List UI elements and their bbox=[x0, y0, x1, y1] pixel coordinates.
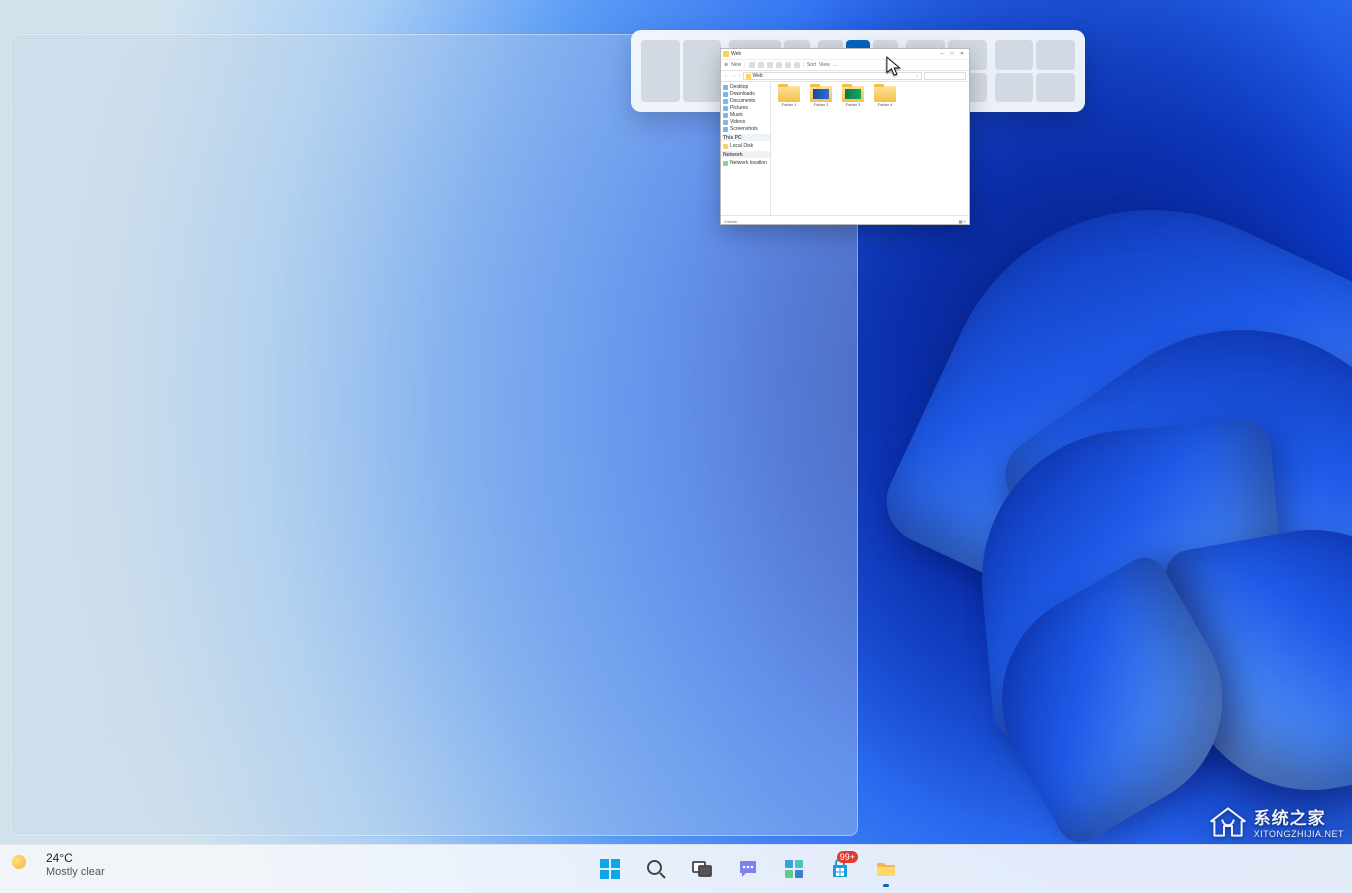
view-menu[interactable]: View bbox=[819, 62, 830, 68]
rename-icon[interactable] bbox=[776, 62, 782, 68]
badge: 99+ bbox=[837, 851, 858, 863]
taskbar-search-button[interactable] bbox=[636, 849, 676, 889]
folder-icon bbox=[778, 86, 800, 102]
nav-item[interactable]: Pictures bbox=[723, 105, 768, 111]
search-input[interactable] bbox=[924, 72, 966, 80]
taskbar-start-button[interactable] bbox=[590, 849, 630, 889]
taskbar-taskview-button[interactable] bbox=[682, 849, 722, 889]
snap-layout-option-5[interactable] bbox=[995, 40, 1075, 102]
watermark: 系统之家XITONGZHIJIA.NET bbox=[1208, 804, 1344, 839]
new-button[interactable]: New bbox=[731, 62, 741, 68]
folder-icon bbox=[842, 86, 864, 102]
folder-icon bbox=[810, 86, 832, 102]
taskbar-center: 99+ bbox=[590, 849, 906, 889]
titlebar[interactable]: Web – □ ✕ bbox=[721, 49, 969, 60]
close-button[interactable]: ✕ bbox=[957, 51, 967, 57]
address-bar[interactable]: Web⌄ bbox=[743, 72, 923, 80]
weather-widget[interactable]: 24°CMostly clear bbox=[12, 851, 105, 879]
back-button[interactable]: ← bbox=[724, 73, 729, 79]
ribbon-toolbar: ⊕New | | Sort View … bbox=[721, 60, 969, 71]
nav-item[interactable]: Downloads bbox=[723, 91, 768, 97]
up-button[interactable]: ↑ bbox=[738, 73, 741, 79]
folder-item[interactable]: Folder 4 bbox=[871, 86, 899, 107]
weather-icon bbox=[12, 853, 36, 877]
more-menu[interactable]: … bbox=[833, 62, 838, 68]
taskbar-explorer-button[interactable] bbox=[866, 849, 906, 889]
nav-item[interactable]: Screenshots bbox=[723, 126, 768, 132]
nav-item[interactable]: Documents bbox=[723, 98, 768, 104]
taskbar-widgets-button[interactable] bbox=[774, 849, 814, 889]
folder-item[interactable]: Folder 2 bbox=[807, 86, 835, 107]
folder-icon bbox=[746, 74, 751, 79]
file-explorer-window[interactable]: Web – □ ✕ ⊕New | | Sort View … ← → ↑ Web… bbox=[720, 48, 970, 225]
status-bar: 4 items ▦ ≡ bbox=[721, 215, 969, 226]
taskbar-chat-button[interactable] bbox=[728, 849, 768, 889]
nav-item[interactable]: Music bbox=[723, 112, 768, 118]
maximize-button[interactable]: □ bbox=[947, 51, 957, 57]
nav-item[interactable]: Videos bbox=[723, 119, 768, 125]
sort-menu[interactable]: Sort bbox=[807, 62, 816, 68]
items-view[interactable]: Folder 1Folder 2Folder 3Folder 4 bbox=[771, 82, 969, 215]
taskbar-store-button[interactable]: 99+ bbox=[820, 849, 860, 889]
nav-item[interactable]: Local Disk bbox=[723, 143, 768, 149]
cut-icon[interactable] bbox=[749, 62, 755, 68]
paste-icon[interactable] bbox=[767, 62, 773, 68]
minimize-button[interactable]: – bbox=[937, 51, 947, 57]
taskbar: 24°CMostly clear 99+ bbox=[0, 844, 1352, 893]
nav-item[interactable]: Desktop bbox=[723, 84, 768, 90]
nav-pane: DesktopDownloadsDocumentsPicturesMusicVi… bbox=[721, 82, 771, 215]
copy-icon[interactable] bbox=[758, 62, 764, 68]
nav-section[interactable]: This PC bbox=[721, 134, 770, 141]
folder-icon bbox=[874, 86, 896, 102]
share-icon[interactable] bbox=[785, 62, 791, 68]
forward-button[interactable]: → bbox=[731, 73, 736, 79]
folder-item[interactable]: Folder 1 bbox=[775, 86, 803, 107]
window-title: Web bbox=[731, 51, 741, 57]
folder-item[interactable]: Folder 3 bbox=[839, 86, 867, 107]
snap-layout-option-1[interactable] bbox=[641, 40, 721, 102]
folder-icon bbox=[723, 51, 729, 57]
weather-desc: Mostly clear bbox=[46, 865, 105, 879]
delete-icon[interactable] bbox=[794, 62, 800, 68]
nav-section[interactable]: Network bbox=[721, 151, 770, 158]
nav-item[interactable]: Network location bbox=[723, 160, 768, 166]
address-bar-row: ← → ↑ Web⌄ bbox=[721, 71, 969, 82]
weather-temp: 24°C bbox=[46, 851, 105, 865]
